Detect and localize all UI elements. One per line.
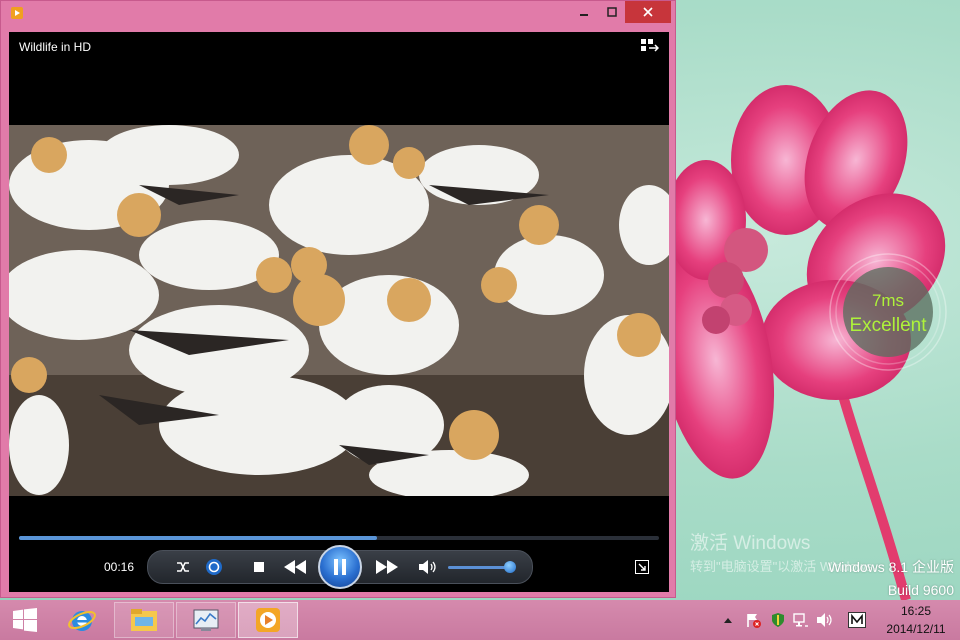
- connection-quality: Excellent: [849, 315, 927, 336]
- taskbar-performance-monitor[interactable]: [176, 602, 236, 638]
- fast-forward-icon: [376, 560, 398, 574]
- player-content-area[interactable]: Wildlife in HD 00:16: [9, 32, 669, 592]
- performance-monitor-icon: [193, 609, 219, 631]
- previous-button[interactable]: [278, 555, 312, 579]
- close-icon: [643, 7, 653, 17]
- switch-to-library-icon[interactable]: [641, 39, 659, 55]
- volume-slider[interactable]: [448, 566, 512, 569]
- stop-button[interactable]: [248, 555, 270, 579]
- input-method-m-icon: [848, 612, 866, 628]
- video-title: Wildlife in HD: [19, 40, 92, 54]
- windows-logo-icon: [13, 608, 37, 632]
- stop-icon: [254, 562, 264, 572]
- next-button[interactable]: [370, 555, 404, 579]
- media-player-window: Wildlife in HD 00:16: [0, 0, 676, 598]
- taskbar: [0, 600, 960, 640]
- video-frame-gannets[interactable]: [9, 125, 669, 496]
- network-tray[interactable]: [792, 612, 810, 628]
- maximize-icon: [607, 7, 617, 17]
- latency-value: 7ms: [871, 291, 905, 310]
- rewind-icon: [284, 560, 306, 574]
- pause-icon: [334, 559, 346, 575]
- title-bar[interactable]: [1, 1, 675, 25]
- taskbar-internet-explorer[interactable]: [52, 602, 112, 638]
- taskbar-clock-time[interactable]: 16:25: [888, 604, 944, 618]
- show-hidden-icons-button[interactable]: [722, 612, 734, 628]
- seek-bar[interactable]: [19, 536, 659, 540]
- network-latency-gauge: [829, 253, 947, 371]
- close-button[interactable]: [625, 1, 671, 23]
- activation-watermark-title: 激活 Windows: [690, 533, 811, 554]
- security-tray[interactable]: [770, 612, 786, 628]
- maximize-button[interactable]: [599, 1, 625, 23]
- chevron-up-icon: [724, 618, 732, 623]
- volume-slider-thumb[interactable]: [504, 561, 516, 573]
- volume-tray[interactable]: [816, 612, 834, 628]
- network-icon: [793, 613, 808, 627]
- media-player-icon: [256, 608, 280, 632]
- taskbar-clock-date[interactable]: 2014/12/11: [878, 622, 954, 636]
- speaker-icon: [817, 613, 832, 627]
- repeat-icon: [206, 559, 222, 575]
- shuffle-button[interactable]: [172, 555, 194, 579]
- start-button[interactable]: [0, 600, 50, 640]
- elapsed-time: 00:16: [104, 560, 135, 574]
- windows-build-label: Build 9600: [887, 582, 954, 598]
- fullscreen-icon[interactable]: [635, 560, 649, 574]
- file-explorer-icon: [131, 609, 157, 631]
- taskbar-file-explorer[interactable]: [114, 602, 174, 638]
- minimize-button[interactable]: [571, 1, 597, 23]
- input-method-tray[interactable]: [846, 612, 868, 628]
- repeat-button[interactable]: [202, 555, 226, 579]
- mute-button[interactable]: [416, 555, 440, 579]
- pause-button[interactable]: [318, 545, 362, 589]
- ie-icon: [68, 610, 96, 631]
- playback-controls: [147, 545, 533, 589]
- shuffle-icon: [177, 562, 189, 572]
- taskbar-media-player[interactable]: [238, 602, 298, 638]
- minimize-icon: [580, 14, 588, 16]
- action-center-flag-icon: [747, 614, 761, 628]
- action-center-tray[interactable]: [744, 612, 762, 628]
- speaker-icon: [419, 560, 436, 574]
- shield-icon: [772, 613, 784, 627]
- media-player-app-icon[interactable]: [11, 7, 23, 19]
- seek-bar-progress: [19, 536, 378, 540]
- windows-version-label: Windows 8.1 企业版: [827, 559, 954, 575]
